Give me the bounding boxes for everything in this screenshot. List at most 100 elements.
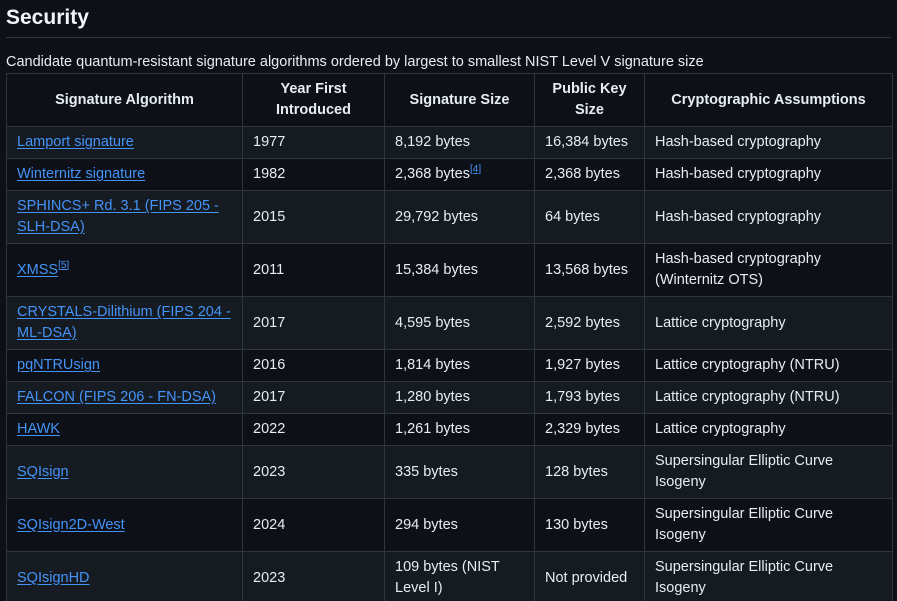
cell-algorithm: HAWK (6, 413, 243, 446)
cell-algorithm: Lamport signature (6, 126, 243, 159)
signature-size-value: 29,792 bytes (395, 208, 479, 225)
signature-algorithms-table: Signature Algorithm Year First Introduce… (6, 73, 893, 601)
cell-year: 2022 (242, 413, 385, 446)
cell-algorithm: CRYSTALS-Dilithium (FIPS 204 - ML-DSA) (6, 296, 243, 350)
algorithm-link[interactable]: FALCON (FIPS 206 - FN-DSA) (17, 389, 216, 405)
cell-algorithm: FALCON (FIPS 206 - FN-DSA) (6, 381, 243, 414)
algorithm-link[interactable]: SPHINCS+ Rd. 3.1 (FIPS 205 - SLH-DSA) (17, 198, 219, 235)
table-row: SPHINCS+ Rd. 3.1 (FIPS 205 - SLH-DSA) 201… (6, 190, 893, 244)
cell-year: 2017 (242, 381, 385, 414)
table-row: Winternitz signature 1982 2,368 bytes[4] 2,… (6, 158, 893, 191)
cell-year: 2023 (242, 551, 385, 601)
algorithm-link[interactable]: CRYSTALS-Dilithium (FIPS 204 - ML-DSA) (17, 304, 231, 341)
algorithm-link[interactable]: pqNTRUsign (17, 357, 100, 373)
cell-year: 1977 (242, 126, 385, 159)
cell-signature-size: 335 bytes (384, 445, 535, 499)
cell-signature-size: 2,368 bytes[4] (384, 158, 535, 191)
table-header-row: Signature Algorithm Year First Introduce… (6, 73, 893, 127)
table-row: CRYSTALS-Dilithium (FIPS 204 - ML-DSA) 20… (6, 296, 893, 350)
table-row: FALCON (FIPS 206 - FN-DSA) 2017 1,280 byte… (6, 381, 893, 414)
cell-public-key-size: 13,568 bytes (534, 243, 645, 297)
table-row: Lamport signature 1977 8,192 bytes 16,384 b… (6, 126, 893, 159)
column-header-algorithm: Signature Algorithm (6, 73, 243, 127)
heading-divider (6, 37, 891, 38)
table-row: SQIsign2D-West 2024 294 bytes 130 bytes Supe… (6, 498, 893, 552)
cell-signature-size: 4,595 bytes (384, 296, 535, 350)
column-header-signature-size: Signature Size (384, 73, 535, 127)
signature-size-value: 335 bytes (395, 463, 458, 480)
cell-signature-size: 1,261 bytes (384, 413, 535, 446)
cell-assumptions: Supersingular Elliptic Curve Isogeny (644, 498, 893, 552)
cell-public-key-size: 2,592 bytes (534, 296, 645, 350)
signature-size-value: 1,814 bytes (395, 357, 470, 373)
algorithm-link[interactable]: HAWK (17, 421, 60, 437)
cell-algorithm: SPHINCS+ Rd. 3.1 (FIPS 205 - SLH-DSA) (6, 190, 243, 244)
cell-signature-size: 15,384 bytes (384, 243, 535, 297)
cell-signature-size: 8,192 bytes (384, 126, 535, 159)
cell-assumptions: Hash-based cryptography (644, 126, 893, 159)
cell-signature-size: 29,792 bytes (384, 190, 535, 244)
table-row: XMSS[5] 2011 15,384 bytes 13,568 bytes Hash-… (6, 243, 893, 297)
algorithm-link[interactable]: Lamport signature (17, 134, 134, 150)
table-row: HAWK 2022 1,261 bytes 2,329 bytes Lattice cr… (6, 413, 893, 446)
cell-public-key-size: 2,368 bytes (534, 158, 645, 191)
cell-assumptions: Hash-based cryptography (Winternitz OTS) (644, 243, 893, 297)
cell-year: 2017 (242, 296, 385, 350)
cell-public-key-size: 1,793 bytes (534, 381, 645, 414)
cell-year: 2023 (242, 445, 385, 499)
signature-size-value: 15,384 bytes (395, 261, 479, 278)
cell-year: 2011 (242, 243, 385, 297)
cell-signature-size: 109 bytes (NIST Level I) (384, 551, 535, 601)
table-row: pqNTRUsign 2016 1,814 bytes 1,927 bytes Latt… (6, 349, 893, 382)
cell-signature-size: 294 bytes (384, 498, 535, 552)
column-header-assumptions: Cryptographic Assumptions (644, 73, 893, 127)
cell-algorithm: Winternitz signature (6, 158, 243, 191)
cell-assumptions: Supersingular Elliptic Curve Isogeny (644, 551, 893, 601)
algorithm-link[interactable]: XMSS (17, 262, 58, 278)
cell-assumptions: Lattice cryptography (NTRU) (644, 381, 893, 414)
signature-size-value: 109 bytes (NIST Level I) (395, 559, 500, 596)
cell-public-key-size: Not provided (534, 551, 645, 601)
column-header-year: Year First Introduced (242, 73, 385, 127)
cell-public-key-size: 130 bytes (534, 498, 645, 552)
citation-link[interactable]: [5] (58, 260, 69, 271)
algorithm-link[interactable]: SQIsign2D-West (17, 517, 125, 533)
cell-algorithm: pqNTRUsign (6, 349, 243, 382)
signature-size-value: 4,595 bytes (395, 314, 470, 331)
cell-public-key-size: 1,927 bytes (534, 349, 645, 382)
signature-size-value: 294 bytes (395, 516, 458, 533)
cell-year: 2024 (242, 498, 385, 552)
signature-size-value: 1,261 bytes (395, 421, 470, 437)
algorithm-link[interactable]: SQIsign (17, 464, 69, 480)
algorithm-link[interactable]: SQIsignHD (17, 570, 90, 586)
cell-algorithm: SQIsign (6, 445, 243, 499)
citation-link[interactable]: [4] (470, 164, 481, 175)
cell-year: 2015 (242, 190, 385, 244)
cell-algorithm: SQIsign2D-West (6, 498, 243, 552)
section-heading: Security (6, 6, 89, 29)
cell-assumptions: Lattice cryptography (644, 296, 893, 350)
cell-assumptions: Lattice cryptography (644, 413, 893, 446)
signature-size-value: 8,192 bytes (395, 134, 470, 150)
signature-size-value: 2,368 bytes (395, 166, 470, 182)
table-row: SQIsignHD 2023 109 bytes (NIST Level I) Not… (6, 551, 893, 601)
table-caption: Candidate quantum-resistant signature al… (6, 54, 704, 70)
cell-public-key-size: 16,384 bytes (534, 126, 645, 159)
cell-assumptions: Supersingular Elliptic Curve Isogeny (644, 445, 893, 499)
cell-assumptions: Lattice cryptography (NTRU) (644, 349, 893, 382)
table-row: SQIsign 2023 335 bytes 128 bytes Supersingul… (6, 445, 893, 499)
cell-year: 1982 (242, 158, 385, 191)
signature-size-value: 1,280 bytes (395, 389, 470, 405)
cell-algorithm: XMSS[5] (6, 243, 243, 297)
cell-signature-size: 1,814 bytes (384, 349, 535, 382)
algorithm-link[interactable]: Winternitz signature (17, 166, 145, 182)
cell-public-key-size: 128 bytes (534, 445, 645, 499)
cell-algorithm: SQIsignHD (6, 551, 243, 601)
cell-assumptions: Hash-based cryptography (644, 190, 893, 244)
cell-year: 2016 (242, 349, 385, 382)
column-header-public-key-size: Public Key Size (534, 73, 645, 127)
cell-public-key-size: 64 bytes (534, 190, 645, 244)
cell-assumptions: Hash-based cryptography (644, 158, 893, 191)
cell-public-key-size: 2,329 bytes (534, 413, 645, 446)
cell-signature-size: 1,280 bytes (384, 381, 535, 414)
